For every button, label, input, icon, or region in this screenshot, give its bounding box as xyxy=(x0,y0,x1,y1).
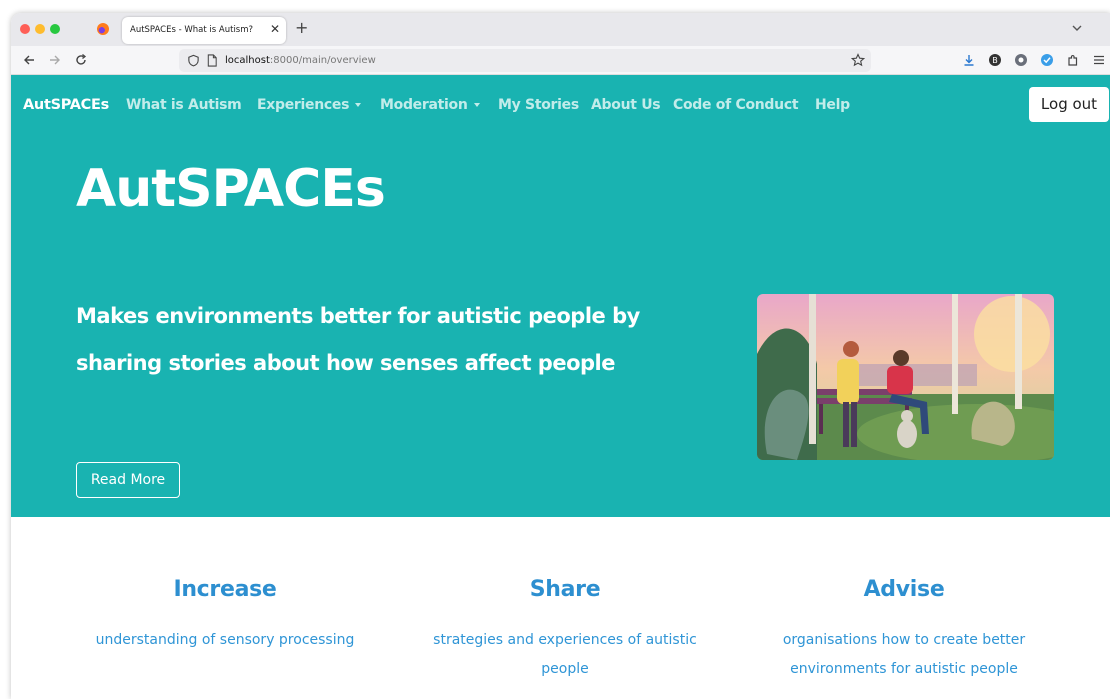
browser-toolbar: localhost:8000/main/overview B xyxy=(11,46,1110,75)
nav-my-stories[interactable]: My Stories xyxy=(498,97,579,113)
hero-illustration xyxy=(757,294,1054,460)
minimize-window-button[interactable] xyxy=(35,24,45,34)
nav-about-us[interactable]: About Us xyxy=(591,97,661,113)
feature-title: Increase xyxy=(173,577,277,602)
new-tab-button[interactable]: + xyxy=(295,18,308,38)
nav-moderation[interactable]: Moderation xyxy=(380,97,480,113)
feature-text: organisations how to create better envir… xyxy=(782,632,1026,677)
page-icon[interactable] xyxy=(206,54,218,67)
caret-down-icon xyxy=(473,103,480,107)
feature-share: Share strategies and experiences of auti… xyxy=(405,577,725,684)
nav-what-is-autism[interactable]: What is Autism xyxy=(126,97,242,113)
chevron-down-icon[interactable] xyxy=(1070,21,1084,35)
url-text[interactable]: localhost:8000/main/overview xyxy=(225,55,376,66)
feature-text: strategies and experiences of autistic p… xyxy=(433,632,697,677)
tab-title: AutSPACEs - What is Autism? xyxy=(130,25,254,35)
back-arrow-icon[interactable] xyxy=(22,53,36,67)
extensions-puzzle-icon[interactable] xyxy=(1066,53,1080,67)
tab-close-icon[interactable]: ✕ xyxy=(270,22,280,36)
url-bar[interactable]: localhost:8000/main/overview xyxy=(179,49,871,72)
tab-strip: AutSPACEs - What is Autism? ✕ + xyxy=(11,13,1110,46)
nav-moderation-label: Moderation xyxy=(380,97,468,113)
logout-button[interactable]: Log out xyxy=(1029,87,1109,122)
feature-title: Advise xyxy=(863,577,945,602)
browser-window: AutSPACEs - What is Autism? ✕ + localhos… xyxy=(11,13,1110,699)
shield-icon[interactable] xyxy=(187,54,200,67)
bookmark-star-icon[interactable] xyxy=(851,53,865,67)
download-icon[interactable] xyxy=(962,53,976,67)
feature-increase: Increase understanding of sensory proces… xyxy=(65,577,385,655)
feature-text: understanding of sensory processing xyxy=(95,632,355,648)
close-window-button[interactable] xyxy=(20,24,30,34)
nav-experiences[interactable]: Experiences xyxy=(257,97,362,113)
url-path: :8000/main/overview xyxy=(269,55,376,66)
feature-advise: Advise organisations how to create bette… xyxy=(744,577,1064,684)
site-brand[interactable]: AutSPACEs xyxy=(23,97,109,113)
nav-experiences-label: Experiences xyxy=(257,97,350,113)
browser-tab-active[interactable]: AutSPACEs - What is Autism? ✕ xyxy=(122,17,286,44)
hero-subtitle: Makes environments better for autistic p… xyxy=(76,304,640,375)
svg-text:B: B xyxy=(992,56,998,65)
reload-icon[interactable] xyxy=(74,53,88,67)
extension-gear-icon[interactable] xyxy=(1014,53,1028,67)
extension-check-icon[interactable] xyxy=(1040,53,1054,67)
nav-code-of-conduct[interactable]: Code of Conduct xyxy=(673,97,799,113)
firefox-icon xyxy=(97,23,109,35)
feature-title: Share xyxy=(529,577,601,602)
forward-arrow-icon[interactable] xyxy=(48,53,62,67)
hero-section: AutSPACEs What is Autism Experiences Mod… xyxy=(11,75,1110,517)
hero-title: AutSPACEs xyxy=(76,159,386,219)
read-more-button[interactable]: Read More xyxy=(76,462,180,498)
url-host: localhost xyxy=(225,55,270,66)
caret-down-icon xyxy=(355,103,362,107)
menu-hamburger-icon[interactable] xyxy=(1092,53,1106,67)
maximize-window-button[interactable] xyxy=(50,24,60,34)
extension-b-icon[interactable]: B xyxy=(988,53,1002,67)
nav-help[interactable]: Help xyxy=(815,97,850,113)
